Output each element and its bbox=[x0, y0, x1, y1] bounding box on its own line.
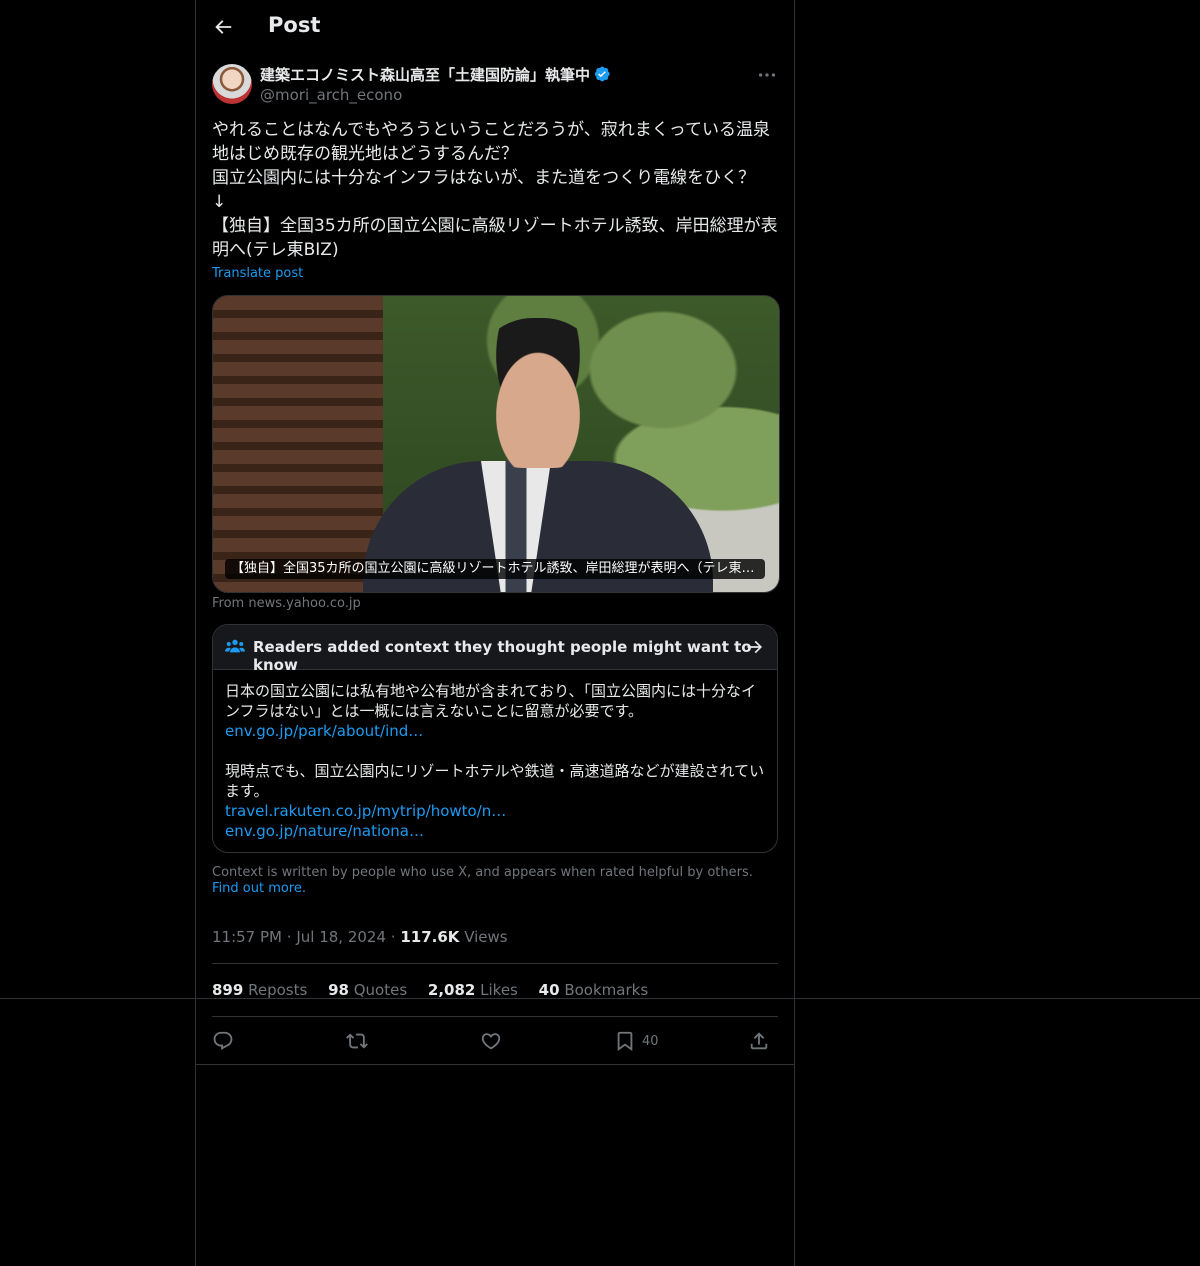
page-title: Post bbox=[268, 13, 321, 37]
community-note-header[interactable]: Readers added context they thought peopl… bbox=[213, 625, 777, 674]
note-paragraph: 現時点でも、国立公園内にリゾートホテルや鉄道・高速道路などが建設されています。 bbox=[225, 762, 765, 800]
quotes-stat[interactable]: 98 Quotes bbox=[328, 981, 407, 999]
main-column: Post 建築エコノミスト森山高至「土建国防論」執筆中 @mori_arch_e… bbox=[195, 0, 795, 1266]
find-out-more-link[interactable]: Find out more. bbox=[212, 881, 306, 896]
bookmarks-stat[interactable]: 40 Bookmarks bbox=[539, 981, 648, 999]
repost-button[interactable] bbox=[346, 1029, 368, 1053]
note-paragraph: 日本の国立公園には私有地や公有地が含まれており、「国立公園内には十分なインフラは… bbox=[225, 682, 757, 720]
media-source[interactable]: From news.yahoo.co.jp bbox=[212, 596, 361, 611]
meta-separator: · bbox=[390, 928, 396, 946]
more-options-icon[interactable] bbox=[756, 64, 778, 86]
bookmark-count: 40 bbox=[642, 1033, 659, 1049]
media-person-head bbox=[473, 318, 603, 468]
post-media-card[interactable]: 【独自】全国35カ所の国立公園に高級リゾートホテル誘致、岸田総理が表明へ（テレ東… bbox=[212, 295, 780, 593]
action-bar: 40 bbox=[212, 1029, 778, 1053]
note-link[interactable]: env.go.jp/park/about/ind… bbox=[225, 721, 769, 741]
disclaimer-text: Context is written by people who use X, … bbox=[212, 865, 753, 880]
community-note: Readers added context they thought peopl… bbox=[212, 624, 778, 853]
overlay-divider-line bbox=[0, 998, 1200, 999]
author-handle[interactable]: @mori_arch_econo bbox=[260, 86, 402, 104]
divider bbox=[212, 1016, 778, 1017]
back-arrow-icon[interactable] bbox=[212, 16, 234, 38]
post-stats: 899 Reposts 98 Quotes 2,082 Likes 40 Boo… bbox=[212, 981, 664, 999]
translate-post-link[interactable]: Translate post bbox=[212, 266, 303, 281]
bookmark-button[interactable]: 40 bbox=[614, 1029, 659, 1053]
like-button[interactable] bbox=[480, 1029, 502, 1053]
divider bbox=[212, 963, 778, 964]
share-icon bbox=[750, 1032, 768, 1050]
repost-icon bbox=[346, 1033, 368, 1049]
avatar[interactable] bbox=[212, 64, 252, 104]
views-count: 117.6K bbox=[400, 928, 460, 946]
share-button[interactable] bbox=[748, 1029, 770, 1053]
note-disclaimer: Context is written by people who use X, … bbox=[212, 865, 778, 897]
author-name[interactable]: 建築エコノミスト森山高至「土建国防論」執筆中 bbox=[260, 64, 611, 85]
note-link[interactable]: travel.rakuten.co.jp/mytrip/howto/n… bbox=[225, 801, 769, 821]
community-note-body: 日本の国立公園には私有地や公有地が含まれており、「国立公園内には十分なインフラは… bbox=[225, 681, 769, 841]
verified-badge-icon bbox=[594, 66, 610, 82]
reply-button[interactable] bbox=[212, 1029, 234, 1053]
reposts-stat[interactable]: 899 Reposts bbox=[212, 981, 307, 999]
community-note-title: Readers added context they thought peopl… bbox=[253, 638, 752, 674]
post-time[interactable]: 11:57 PM bbox=[212, 928, 282, 946]
meta-separator: · bbox=[286, 928, 292, 946]
media-caption: 【独自】全国35カ所の国立公園に高級リゾートホテル誘致、岸田総理が表明へ（テレ東… bbox=[225, 559, 765, 579]
post-date[interactable]: Jul 18, 2024 bbox=[296, 928, 386, 946]
people-group-icon bbox=[225, 639, 245, 653]
arrow-right-icon bbox=[747, 640, 763, 654]
note-link[interactable]: env.go.jp/nature/nationa… bbox=[225, 821, 769, 841]
divider bbox=[196, 1064, 794, 1065]
post-meta: 11:57 PM · Jul 18, 2024 · 117.6K Views bbox=[212, 928, 508, 946]
views-label: Views bbox=[464, 928, 508, 946]
post-header: Post bbox=[196, 0, 794, 53]
likes-stat[interactable]: 2,082 Likes bbox=[428, 981, 518, 999]
bookmark-icon bbox=[617, 1031, 633, 1052]
post-text: やれることはなんでもやろうということだろうが、寂れまくっている温泉地はじめ既存の… bbox=[212, 120, 778, 260]
author-display-name: 建築エコノミスト森山高至「土建国防論」執筆中 bbox=[260, 66, 591, 84]
reply-icon bbox=[213, 1031, 233, 1050]
heart-icon bbox=[481, 1033, 501, 1050]
